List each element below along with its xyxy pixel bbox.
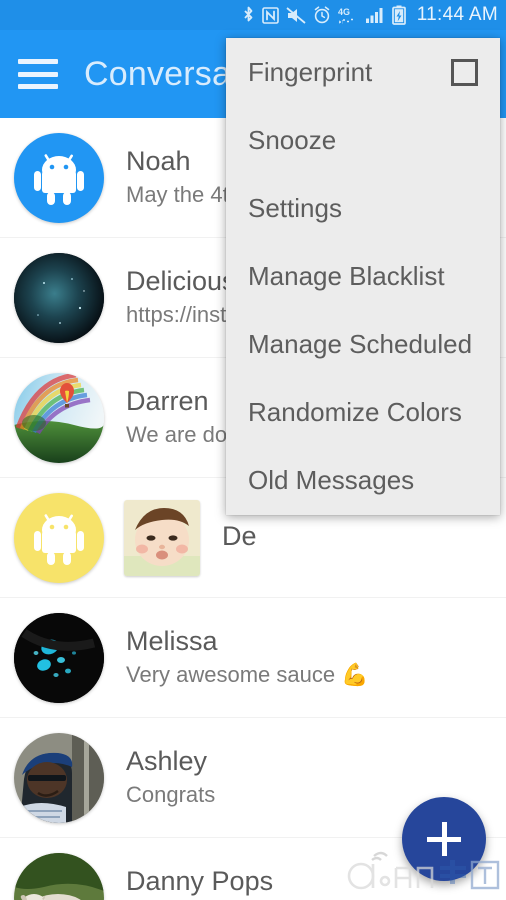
list-item[interactable]: Melissa Very awesome sauce 💪 <box>0 598 506 718</box>
avatar <box>14 252 104 343</box>
alarm-icon <box>313 6 331 24</box>
plus-icon-vertical <box>441 822 447 856</box>
menu-item-manage-scheduled[interactable]: Manage Scheduled <box>226 310 500 378</box>
menu-item-label: Snooze <box>248 124 337 155</box>
menu-item-label: Manage Blacklist <box>248 260 445 291</box>
menu-item-label: Manage Scheduled <box>248 328 473 359</box>
avatar <box>14 492 104 583</box>
volume-mute-icon <box>286 6 306 24</box>
menu-item-manage-blacklist[interactable]: Manage Blacklist <box>226 242 500 310</box>
app-root: 4G ↓↑ 11:44 AM Conversations Noah May the… <box>0 0 506 900</box>
contact-name: Ashley <box>126 746 208 777</box>
menu-item-label: Old Messages <box>248 464 415 495</box>
status-bar-clock: 11:44 AM <box>416 4 498 25</box>
cellular-signal-icon <box>365 6 385 24</box>
hamburger-menu-icon[interactable] <box>18 59 58 89</box>
message-image-thumbnail[interactable] <box>124 499 200 576</box>
svg-text:4G: 4G <box>338 7 350 17</box>
menu-item-randomize-colors[interactable]: Randomize Colors <box>226 378 500 446</box>
avatar <box>14 132 104 223</box>
bluetooth-icon <box>242 6 255 24</box>
svg-text:↓↑: ↓↑ <box>338 20 344 25</box>
status-bar: 4G ↓↑ 11:44 AM <box>0 0 506 30</box>
message-snippet: Very awesome sauce 💪 <box>126 662 369 688</box>
menu-item-label: Randomize Colors <box>248 396 462 427</box>
contact-name: De <box>222 520 257 551</box>
menu-item-settings[interactable]: Settings <box>226 174 500 242</box>
avatar <box>14 612 104 703</box>
battery-charging-icon <box>391 5 406 25</box>
menu-item-label: Fingerprint <box>248 56 373 87</box>
contact-name: Melissa <box>126 626 218 657</box>
list-item-text: De <box>222 520 257 556</box>
list-item-text: Danny Pops Good morning <box>126 865 273 900</box>
overflow-menu[interactable]: Fingerprint Snooze Settings Manage Black… <box>226 38 500 515</box>
nfc-icon <box>261 6 279 24</box>
menu-item-label: Settings <box>248 192 342 223</box>
list-item-text: Melissa Very awesome sauce 💪 <box>126 625 369 689</box>
menu-item-old-messages[interactable]: Old Messages <box>226 446 500 514</box>
menu-item-fingerprint[interactable]: Fingerprint <box>226 38 500 106</box>
contact-name: Danny Pops <box>126 866 274 897</box>
message-snippet: Congrats <box>126 782 216 808</box>
avatar <box>14 732 104 823</box>
new-conversation-fab[interactable] <box>402 797 486 881</box>
avatar <box>14 372 104 463</box>
fingerprint-checkbox[interactable] <box>451 58 478 86</box>
avatar <box>14 852 104 900</box>
4g-signal-icon: 4G ↓↑ <box>338 6 358 24</box>
list-item-text: Ashley Congrats <box>126 745 215 809</box>
menu-item-snooze[interactable]: Snooze <box>226 106 500 174</box>
